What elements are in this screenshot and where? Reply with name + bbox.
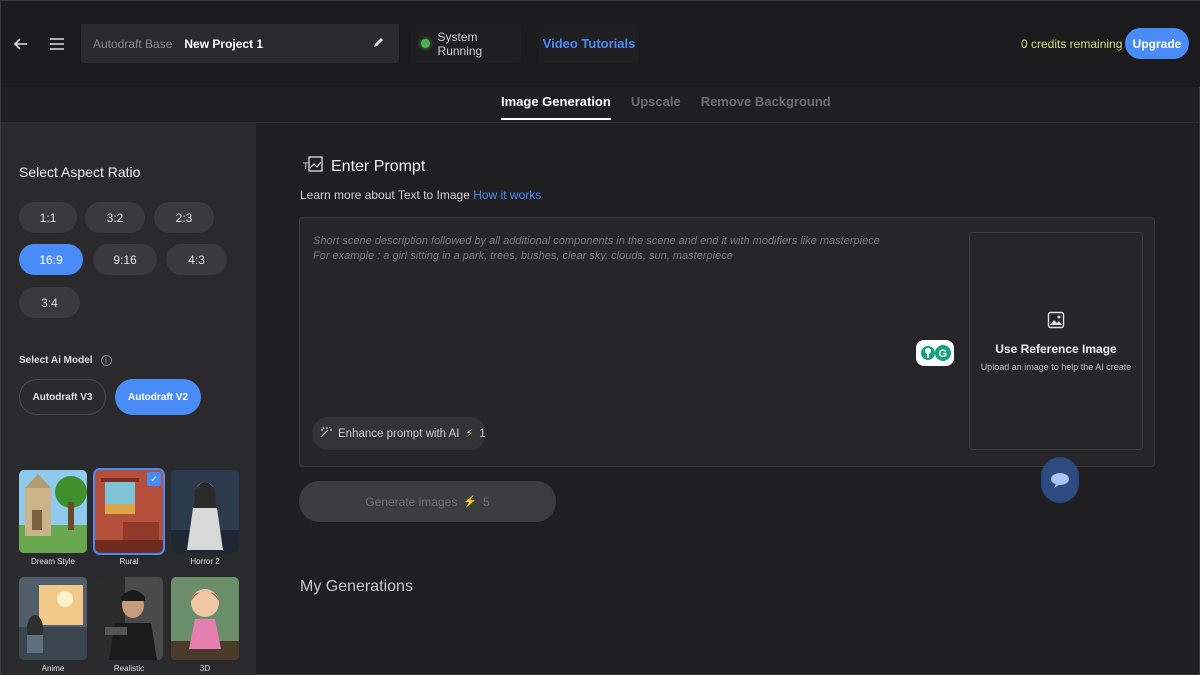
style-realistic-label: Realistic bbox=[113, 664, 145, 673]
my-generations-title: My Generations bbox=[300, 578, 413, 595]
prompt-title: Enter Prompt bbox=[331, 157, 426, 175]
prompt-header: T Enter Prompt bbox=[303, 155, 425, 178]
upgrade-button[interactable]: Upgrade bbox=[1125, 28, 1189, 59]
style-rural-label: Rural bbox=[119, 557, 139, 566]
ratio-9-16-button[interactable]: 9:16 bbox=[93, 244, 157, 275]
magic-wand-icon bbox=[320, 426, 332, 441]
style-anime[interactable]: Anime bbox=[19, 577, 87, 673]
back-arrow-icon[interactable] bbox=[9, 32, 33, 56]
how-it-works-link[interactable]: How it works bbox=[473, 188, 541, 202]
model-v2-button[interactable]: Autodraft V2 bbox=[115, 379, 201, 415]
tab-remove-background[interactable]: Remove Background bbox=[701, 94, 831, 120]
style-realistic-thumbnail bbox=[95, 577, 163, 660]
generate-label: Generate images bbox=[365, 494, 458, 509]
top-bar: Autodraft Base New Project 1 System Runn… bbox=[1, 1, 1200, 87]
learn-more-text: Learn more about Text to Image How it wo… bbox=[300, 188, 541, 202]
enhance-label: Enhance prompt with AI bbox=[338, 427, 460, 440]
aspect-ratio-title: Select Aspect Ratio bbox=[19, 164, 141, 180]
style-rural-thumbnail: ✓ bbox=[93, 468, 165, 555]
style-anime-label: Anime bbox=[41, 664, 65, 673]
text-to-image-icon: T bbox=[303, 155, 323, 178]
generate-images-button[interactable]: Generate images ⚡ 5 bbox=[299, 481, 556, 522]
prompt-textarea[interactable]: Short scene description followed by all … bbox=[299, 217, 1155, 467]
style-dream-thumbnail bbox=[19, 470, 87, 553]
project-name-box[interactable]: Autodraft Base New Project 1 bbox=[81, 24, 399, 63]
chat-bubble-icon[interactable] bbox=[1041, 457, 1079, 503]
system-status-label: System Running bbox=[437, 29, 483, 58]
style-anime-thumbnail bbox=[19, 577, 87, 660]
style-rural[interactable]: ✓ Rural bbox=[93, 468, 165, 566]
lightning-icon: ⚡ bbox=[465, 428, 474, 440]
grammarly-icon[interactable]: G bbox=[916, 340, 954, 366]
lightning-icon: ⚡ bbox=[463, 496, 478, 508]
tab-upscale[interactable]: Upscale bbox=[631, 94, 681, 120]
generate-cost: 5 bbox=[483, 494, 490, 509]
status-dot-icon bbox=[421, 39, 430, 48]
sidebar: Select Aspect Ratio 1:1 3:2 2:3 16:9 9:1… bbox=[1, 123, 256, 675]
style-3d-thumbnail bbox=[171, 577, 239, 660]
enhance-prompt-button[interactable]: Enhance prompt with AI ⚡ 1 bbox=[312, 417, 486, 450]
credits-remaining: 0 credits remaining bbox=[1021, 37, 1123, 51]
svg-text:G: G bbox=[939, 348, 948, 360]
reference-image-subtitle: Upload an image to help the AI create bbox=[980, 361, 1132, 372]
reference-image-upload[interactable]: Use Reference Image Upload an image to h… bbox=[969, 232, 1143, 450]
check-icon: ✓ bbox=[147, 472, 161, 486]
style-horror-label: Horror 2 bbox=[190, 557, 220, 566]
ratio-3-2-button[interactable]: 3:2 bbox=[85, 202, 145, 233]
ai-model-label: Select Ai Model bbox=[19, 355, 93, 366]
tab-image-generation[interactable]: Image Generation bbox=[501, 94, 611, 120]
style-horror[interactable]: Horror 2 bbox=[171, 470, 239, 566]
enhance-cost: 1 bbox=[479, 427, 486, 440]
learn-more-label: Learn more about Text to Image bbox=[300, 188, 470, 202]
ai-model-title: Select Ai Model i bbox=[19, 355, 112, 366]
style-horror-thumbnail bbox=[171, 470, 239, 553]
svg-text:T: T bbox=[303, 161, 309, 171]
system-status: System Running bbox=[411, 24, 521, 63]
model-v3-button[interactable]: Autodraft V3 bbox=[19, 379, 106, 415]
ratio-4-3-button[interactable]: 4:3 bbox=[166, 244, 227, 275]
style-dream[interactable]: Dream Style bbox=[19, 470, 87, 566]
image-icon bbox=[1047, 311, 1065, 334]
tab-bar: Image Generation Upscale Remove Backgrou… bbox=[501, 94, 831, 120]
project-name: New Project 1 bbox=[184, 36, 264, 51]
reference-image-title: Use Reference Image bbox=[995, 341, 1117, 356]
style-dream-label: Dream Style bbox=[30, 557, 75, 566]
style-3d[interactable]: 3D bbox=[171, 577, 239, 673]
project-base-label: Autodraft Base bbox=[93, 36, 173, 51]
style-3d-label: 3D bbox=[199, 664, 211, 673]
video-tutorials-link[interactable]: Video Tutorials bbox=[539, 24, 639, 63]
ratio-3-4-button[interactable]: 3:4 bbox=[19, 287, 80, 318]
ratio-16-9-button[interactable]: 16:9 bbox=[19, 244, 83, 275]
prompt-placeholder: Short scene description followed by all … bbox=[313, 235, 880, 262]
ratio-1-1-button[interactable]: 1:1 bbox=[19, 202, 77, 233]
ratio-2-3-button[interactable]: 2:3 bbox=[154, 202, 214, 233]
hamburger-menu-icon[interactable] bbox=[45, 32, 69, 56]
style-realistic[interactable]: Realistic bbox=[95, 577, 163, 673]
info-icon[interactable]: i bbox=[100, 355, 112, 366]
pencil-edit-icon[interactable] bbox=[372, 36, 385, 52]
